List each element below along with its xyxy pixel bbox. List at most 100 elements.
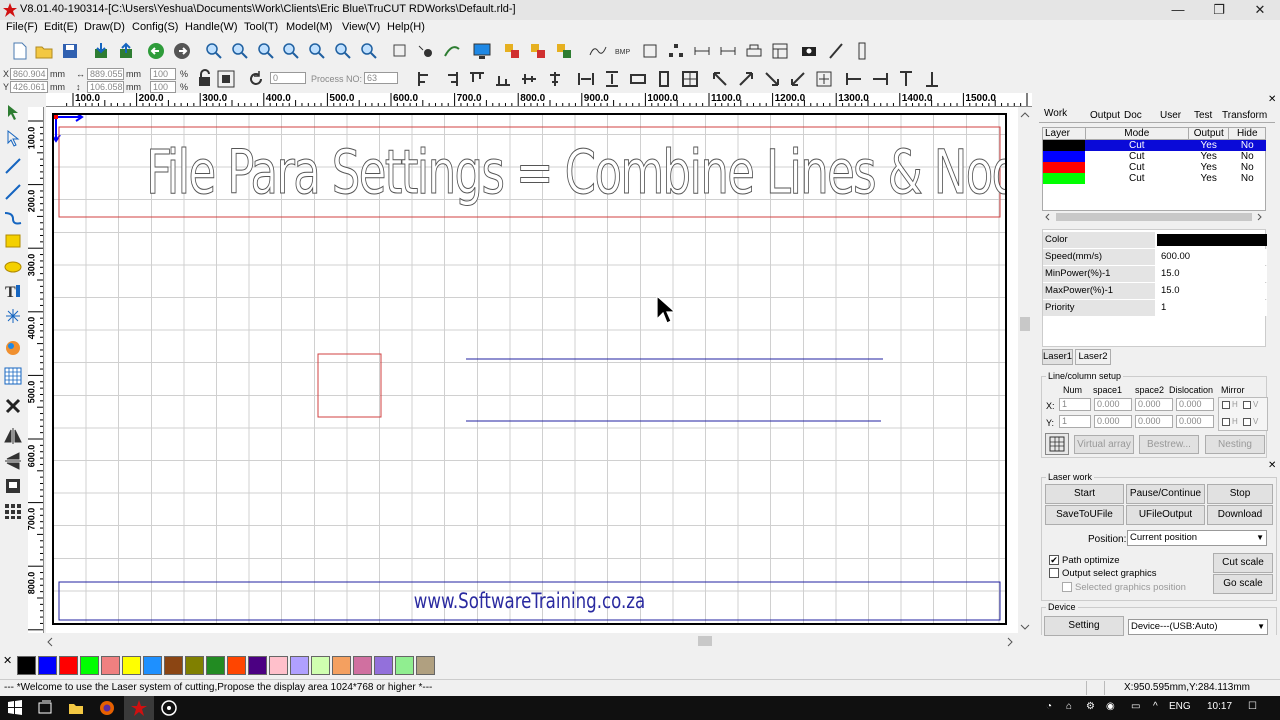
mirror-v-icon[interactable]: [3, 451, 23, 471]
save-to-ufile-button[interactable]: SaveToUFile: [1045, 505, 1124, 525]
palette-swatch[interactable]: [248, 656, 267, 675]
layer-output-cell[interactable]: Yes: [1188, 139, 1229, 151]
align-bottom-icon[interactable]: [493, 69, 513, 89]
palette-swatch[interactable]: [374, 656, 393, 675]
setting-button[interactable]: Setting: [1044, 616, 1124, 636]
vertical-scrollbar[interactable]: [1018, 107, 1032, 633]
layer-hide-cell[interactable]: No: [1229, 151, 1266, 162]
palette-swatch[interactable]: [101, 656, 120, 675]
image-tool-icon[interactable]: [3, 338, 23, 358]
selected-position-checkbox[interactable]: [1062, 582, 1072, 592]
layer-row[interactable]: Cut Yes No: [1042, 173, 1266, 184]
headline-text[interactable]: File Para Settings = Combine Lines & Nod…: [146, 131, 1005, 215]
line-tool-icon[interactable]: [3, 156, 23, 176]
text-tool-icon[interactable]: T: [3, 281, 23, 301]
red-square[interactable]: [317, 353, 382, 418]
pause-continue-button[interactable]: Pause/Continue: [1126, 484, 1205, 504]
polyline-tool-icon[interactable]: [3, 182, 23, 202]
menu-help[interactable]: Help(H): [387, 21, 425, 33]
ungroup-icon[interactable]: [528, 41, 548, 61]
rotate-icon[interactable]: [246, 69, 266, 89]
menu-config[interactable]: Config(S): [132, 21, 178, 33]
array-y-space2[interactable]: 0.000: [1135, 415, 1173, 428]
drawing-canvas[interactable]: File Para Settings = Combine Lines & Nod…: [46, 107, 1018, 633]
palette-swatch[interactable]: [122, 656, 141, 675]
path-optimize-checkbox[interactable]: ✔: [1049, 555, 1059, 565]
equal-vspace-icon[interactable]: [602, 69, 622, 89]
lock-ratio-icon[interactable]: [196, 69, 216, 89]
download-button[interactable]: Download: [1207, 505, 1273, 525]
select-arrow-icon[interactable]: [3, 102, 23, 122]
move-topleft-icon[interactable]: [710, 69, 730, 89]
tray-up-icon[interactable]: ^: [1153, 701, 1158, 712]
tray-network-icon[interactable]: ▭: [1131, 701, 1140, 712]
tray-icon-2[interactable]: ⌂: [1066, 701, 1072, 712]
mirror-h-icon[interactable]: [3, 426, 23, 446]
ellipse-tool-icon[interactable]: [3, 257, 23, 277]
ufile-output-button[interactable]: UFileOutput: [1126, 505, 1205, 525]
laser-beam-icon[interactable]: [826, 41, 846, 61]
grid-tool-icon[interactable]: [3, 366, 23, 386]
monitor-icon[interactable]: [472, 41, 492, 61]
align-top-icon[interactable]: [467, 69, 487, 89]
close-button[interactable]: ✕: [1240, 0, 1280, 20]
file-explorer-icon[interactable]: [67, 699, 85, 717]
zoom-page-icon[interactable]: [281, 41, 301, 61]
palette-swatch[interactable]: [59, 656, 78, 675]
array-x-dislocation[interactable]: 0.000: [1176, 398, 1214, 411]
device-select[interactable]: Device---(USB:Auto) ▼: [1128, 619, 1268, 635]
array-x-num[interactable]: 1: [1059, 398, 1091, 411]
palette-swatch[interactable]: [17, 656, 36, 675]
layer-row[interactable]: Cut Yes No: [1042, 139, 1266, 151]
bitmap-icon[interactable]: BMP: [614, 41, 634, 61]
bestrew-button[interactable]: Bestrew...: [1139, 435, 1199, 454]
laserwork-close-icon[interactable]: ✕: [1268, 460, 1276, 471]
stop-button[interactable]: Stop: [1207, 484, 1273, 504]
zoom-all-icon[interactable]: [333, 41, 353, 61]
align-right-icon[interactable]: [441, 69, 461, 89]
property-value[interactable]: 600.00: [1157, 249, 1267, 265]
property-value[interactable]: 15.0: [1157, 266, 1267, 282]
undo-icon[interactable]: [146, 41, 166, 61]
move-bottomright-icon[interactable]: [762, 69, 782, 89]
move-center-icon[interactable]: [814, 69, 834, 89]
zoom-select-icon[interactable]: [307, 41, 327, 61]
node-arrow-icon[interactable]: [3, 128, 23, 148]
handle-icon[interactable]: [852, 41, 872, 61]
palette-swatch[interactable]: [353, 656, 372, 675]
process-no-input[interactable]: 63: [364, 72, 398, 84]
equal-hspace-icon[interactable]: [576, 69, 596, 89]
width-input[interactable]: 889.055: [87, 68, 124, 80]
tray-icon-1[interactable]: ◔: [1046, 701, 1052, 712]
layer-mode-cell[interactable]: Cut: [1085, 162, 1188, 173]
layer-output-cell[interactable]: Yes: [1188, 151, 1229, 162]
rectangle-tool-icon[interactable]: [3, 231, 23, 251]
curve-tool-icon[interactable]: [3, 207, 23, 227]
tab-test[interactable]: Test: [1194, 110, 1212, 121]
move-top-icon[interactable]: [896, 69, 916, 89]
combine-icon[interactable]: [554, 41, 574, 61]
cut-scale-button[interactable]: Cut scale: [1213, 553, 1273, 573]
frame-icon[interactable]: [640, 41, 660, 61]
layout-icon[interactable]: [770, 41, 790, 61]
point-tool-icon[interactable]: [3, 306, 23, 326]
palette-swatch[interactable]: [80, 656, 99, 675]
y-position-input[interactable]: 426.061: [10, 81, 48, 93]
mirror-x-h-check[interactable]: [1222, 401, 1230, 409]
size-height-icon[interactable]: [718, 41, 738, 61]
layer-hscroll[interactable]: [1042, 211, 1266, 223]
same-size-icon[interactable]: [680, 69, 700, 89]
array-grid-button[interactable]: [1045, 433, 1069, 455]
tab-laser1[interactable]: Laser1: [1042, 349, 1073, 365]
same-width-icon[interactable]: [628, 69, 648, 89]
virtual-array-button[interactable]: Virtual array: [1074, 435, 1134, 454]
export-icon[interactable]: [116, 41, 136, 61]
minimize-button[interactable]: —: [1158, 0, 1198, 20]
scale-y-input[interactable]: 100: [150, 81, 176, 93]
palette-swatch[interactable]: [143, 656, 162, 675]
nesting-button[interactable]: Nesting: [1205, 435, 1265, 454]
tab-work[interactable]: Work: [1044, 108, 1067, 119]
footer-url-text[interactable]: www.SoftwareTraining.co.za: [118, 585, 941, 617]
panel-close-icon[interactable]: ✕: [1268, 94, 1276, 105]
tray-clock[interactable]: 10:17: [1207, 701, 1232, 712]
